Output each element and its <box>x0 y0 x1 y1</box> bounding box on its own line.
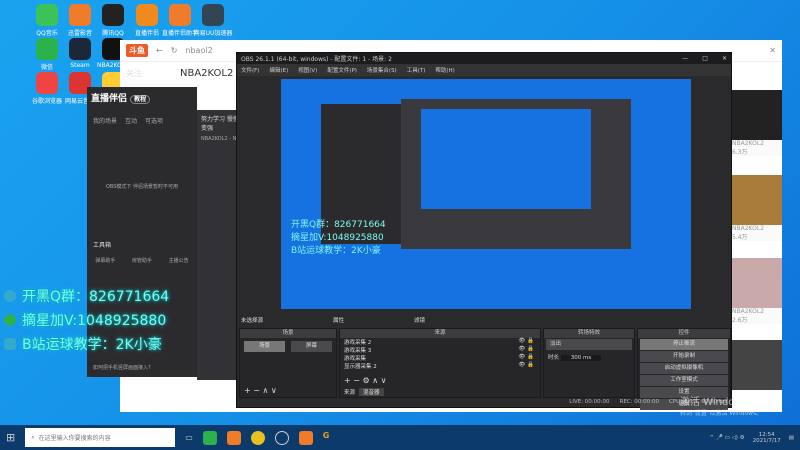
visibility-lock-icons[interactable]: 👁 🔒 <box>518 338 534 346</box>
control-button[interactable]: 启动虚拟摄像机 <box>640 363 728 374</box>
source-label: 游戏采集 2 <box>344 340 372 346</box>
menu-item[interactable]: 编辑(E) <box>269 66 288 74</box>
menu-item[interactable]: 文件(F) <box>241 66 259 74</box>
control-button[interactable]: 开始录制 <box>640 351 728 362</box>
bilibili-icon <box>4 338 16 350</box>
tab-sources[interactable]: 来源 <box>344 388 355 396</box>
task-view-icon[interactable]: ▭ <box>185 433 193 442</box>
menu-item[interactable]: 场景集合(S) <box>367 66 397 74</box>
visibility-lock-icons[interactable]: 👁 🔒 <box>518 354 534 362</box>
source-item[interactable]: 游戏采集 2 👁 🔒 <box>340 338 540 346</box>
activate-windows-watermark: 激活 Windows 转到"设置"以激活 Windows。 <box>680 397 763 417</box>
close-icon[interactable]: ✕ <box>769 46 776 55</box>
menu-item[interactable]: 配置文件(P) <box>327 66 357 74</box>
maximize-icon[interactable]: □ <box>702 55 708 62</box>
control-button[interactable]: 停止推流 <box>640 339 728 350</box>
preview-canvas: 开黑Q群：826771664 摘星加V:1048925880 B站运球教学：2K小豪 <box>281 79 691 309</box>
empty-text: OBS模式下 伴侣场景暂时不可用 <box>105 184 179 190</box>
menu-item[interactable]: 帮助(H) <box>435 66 454 74</box>
preview-overlay: 开黑Q群：826771664 摘星加V:1048925880 B站运球教学：2K小豪 <box>291 220 386 256</box>
taskbar-search[interactable]: ⌕ 在这里输入你要搜索的内容 <box>25 428 176 447</box>
overlay-bilibili: B站运球教学：2K小豪 <box>4 334 162 354</box>
minimize-icon[interactable]: — <box>682 55 688 62</box>
source-label: 显示器采集 2 <box>344 364 377 370</box>
source-item[interactable]: 显示器采集 2 👁 🔒 <box>340 362 540 370</box>
menu-bar: 文件(F) 编辑(E) 视图(V) 配置文件(P) 场景集合(S) 工具(T) 帮助(H) <box>237 64 731 76</box>
tab[interactable]: 互动 <box>125 116 137 125</box>
scene-item[interactable]: 屏幕 <box>291 341 332 352</box>
close-icon[interactable]: ✕ <box>722 55 727 62</box>
source-item[interactable]: 游戏采集 👁 🔒 <box>340 354 540 362</box>
system-tray: ^ 🎤 ▭ ◁) ⚙ 12:54 2021/7/17 ▤ <box>710 432 794 444</box>
properties-button[interactable]: 属性 <box>333 316 344 324</box>
taskbar: ⊞ ⌕ 在这里输入你要搜索的内容 ▭ G ^ 🎤 ▭ ◁) ⚙ 12:54 2021/… <box>0 425 800 450</box>
scenes-panel: 场景 场景 屏幕 + − ∧ ∨ <box>239 328 337 398</box>
stream-card[interactable]: NBA2KOL2 5.4万 <box>732 175 782 241</box>
start-button[interactable]: ⊞ <box>6 431 15 444</box>
app-icon <box>102 4 124 26</box>
stream-card[interactable] <box>732 340 782 390</box>
menu-item[interactable]: 视图(V) <box>298 66 317 74</box>
visibility-lock-icons[interactable]: 👁 🔒 <box>518 346 534 354</box>
transition-select[interactable]: 淡出 <box>546 339 632 350</box>
zhibo-helper-taskbar-icon[interactable] <box>298 430 313 445</box>
desktop-icon[interactable]: 网易UU加速器 <box>188 4 238 37</box>
follow-button[interactable]: 关注 <box>126 68 142 79</box>
obs-window: OBS 26.1.1 (64-bit, windows) - 配置文件: 1 -… <box>236 52 732 410</box>
back-icon[interactable]: ← <box>156 46 163 55</box>
tray-icons[interactable]: ^ 🎤 ▭ ◁) ⚙ <box>710 435 745 441</box>
duration-input[interactable]: 300 ms <box>560 355 602 361</box>
search-icon: ⌕ <box>31 433 35 441</box>
clock[interactable]: 12:54 2021/7/17 <box>753 432 781 444</box>
window-title: OBS 26.1.1 (64-bit, windows) - 配置文件: 1 -… <box>241 56 392 63</box>
tab[interactable]: 我的场景 <box>93 116 117 125</box>
tip[interactable]: 如何把手机竖屏画面接入? <box>93 364 151 371</box>
sources-panel: 来源 游戏采集 2 👁 🔒 游戏采集 3 👁 🔒 游戏采集 👁 🔒 显示器采集 2 👁 🔒 + … <box>339 328 541 398</box>
notification-icon[interactable]: ▤ <box>789 435 794 441</box>
tool[interactable]: 房管助手 <box>132 257 152 264</box>
tutorial-badge[interactable]: 教程 <box>130 95 151 104</box>
menu-item[interactable]: 工具(T) <box>407 66 426 74</box>
transitions-panel: 转场特效 淡出 时长 300 ms <box>543 328 635 398</box>
stream-card[interactable]: NBA2KOL2 2.6万 <box>732 258 782 324</box>
overlay-qq-group: 开黑Q群：826771664 <box>4 286 169 306</box>
g-taskbar-icon[interactable]: G <box>323 431 337 445</box>
app-icon <box>202 4 224 26</box>
source-item[interactable]: 游戏采集 3 👁 🔒 <box>340 346 540 354</box>
tab-mixer[interactable]: 混音器 <box>359 388 384 396</box>
douyu-logo: 斗鱼 <box>126 44 148 57</box>
room-title: NBA2KOL2 <box>180 68 234 79</box>
obs-taskbar-icon[interactable] <box>274 430 289 445</box>
source-label: 游戏采集 <box>344 356 367 362</box>
scene-item[interactable]: 场景 <box>244 341 285 352</box>
qq-icon <box>4 290 16 302</box>
stream-card[interactable]: NBA2KOL2 6.3万 <box>732 90 782 156</box>
app-taskbar-icon[interactable] <box>250 430 265 445</box>
scene-toolbar[interactable]: + − ∧ ∨ <box>244 386 277 395</box>
tab[interactable]: 可选项 <box>145 116 163 125</box>
controls-panel: 控件 停止推流 开始录制 启动虚拟摄像机 工作室模式 设置 退出 <box>637 328 731 410</box>
tool[interactable]: 主播公告 <box>169 257 189 264</box>
tool[interactable]: 弹幕助手 <box>95 257 115 264</box>
wechat-icon <box>4 314 16 326</box>
zhibo-taskbar-icon[interactable] <box>226 430 241 445</box>
visibility-lock-icons[interactable]: 👁 🔒 <box>518 362 534 370</box>
source-toolbar[interactable]: + − ⚙ ∧ ∨ <box>344 376 386 385</box>
wechat-taskbar-icon[interactable] <box>202 430 217 445</box>
source-label: 游戏采集 3 <box>344 348 372 354</box>
refresh-icon[interactable]: ↻ <box>171 46 178 55</box>
search-input[interactable]: nbaol2 <box>185 46 212 55</box>
control-button[interactable]: 工作室模式 <box>640 375 728 386</box>
filters-button[interactable]: 滤镜 <box>414 316 425 324</box>
desktop-icon-label: 网易UU加速器 <box>193 30 233 37</box>
overlay-wechat: 摘星加V:1048925880 <box>4 310 166 330</box>
